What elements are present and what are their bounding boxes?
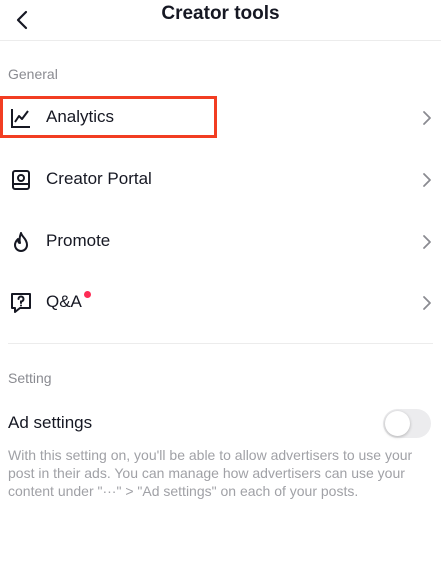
chevron-right-icon (423, 173, 431, 187)
header-bar: Creator tools (0, 0, 441, 41)
question-bubble-icon (11, 293, 31, 313)
notification-dot (84, 291, 91, 298)
analytics-chart-icon (11, 109, 30, 128)
ad-settings-label: Ad settings (8, 413, 93, 432)
section-divider (8, 343, 433, 344)
menu-item-analytics[interactable]: Analytics (0, 96, 441, 140)
menu-item-promote[interactable]: Promote (0, 220, 441, 264)
menu-item-label: Creator Portal (46, 169, 152, 188)
section-label-general: General (8, 66, 58, 82)
chevron-right-icon (423, 111, 431, 125)
menu-item-label: Analytics (46, 107, 115, 126)
menu-item-creator-portal[interactable]: Creator Portal (0, 158, 441, 202)
section-label-setting: Setting (8, 370, 52, 386)
ad-settings-description: With this setting on, you'll be able to … (8, 447, 413, 499)
menu-item-label: Promote (46, 231, 111, 250)
chevron-right-icon (423, 296, 431, 310)
flame-icon (14, 232, 28, 252)
menu-item-qa[interactable]: Q&A (0, 281, 441, 325)
page-title: Creator tools (161, 3, 280, 24)
menu-item-label: Q&A (46, 292, 82, 311)
toggle-knob (385, 411, 410, 436)
creator-portal-book-icon (12, 170, 30, 190)
ad-settings-toggle[interactable] (383, 409, 431, 438)
chevron-right-icon (423, 235, 431, 249)
